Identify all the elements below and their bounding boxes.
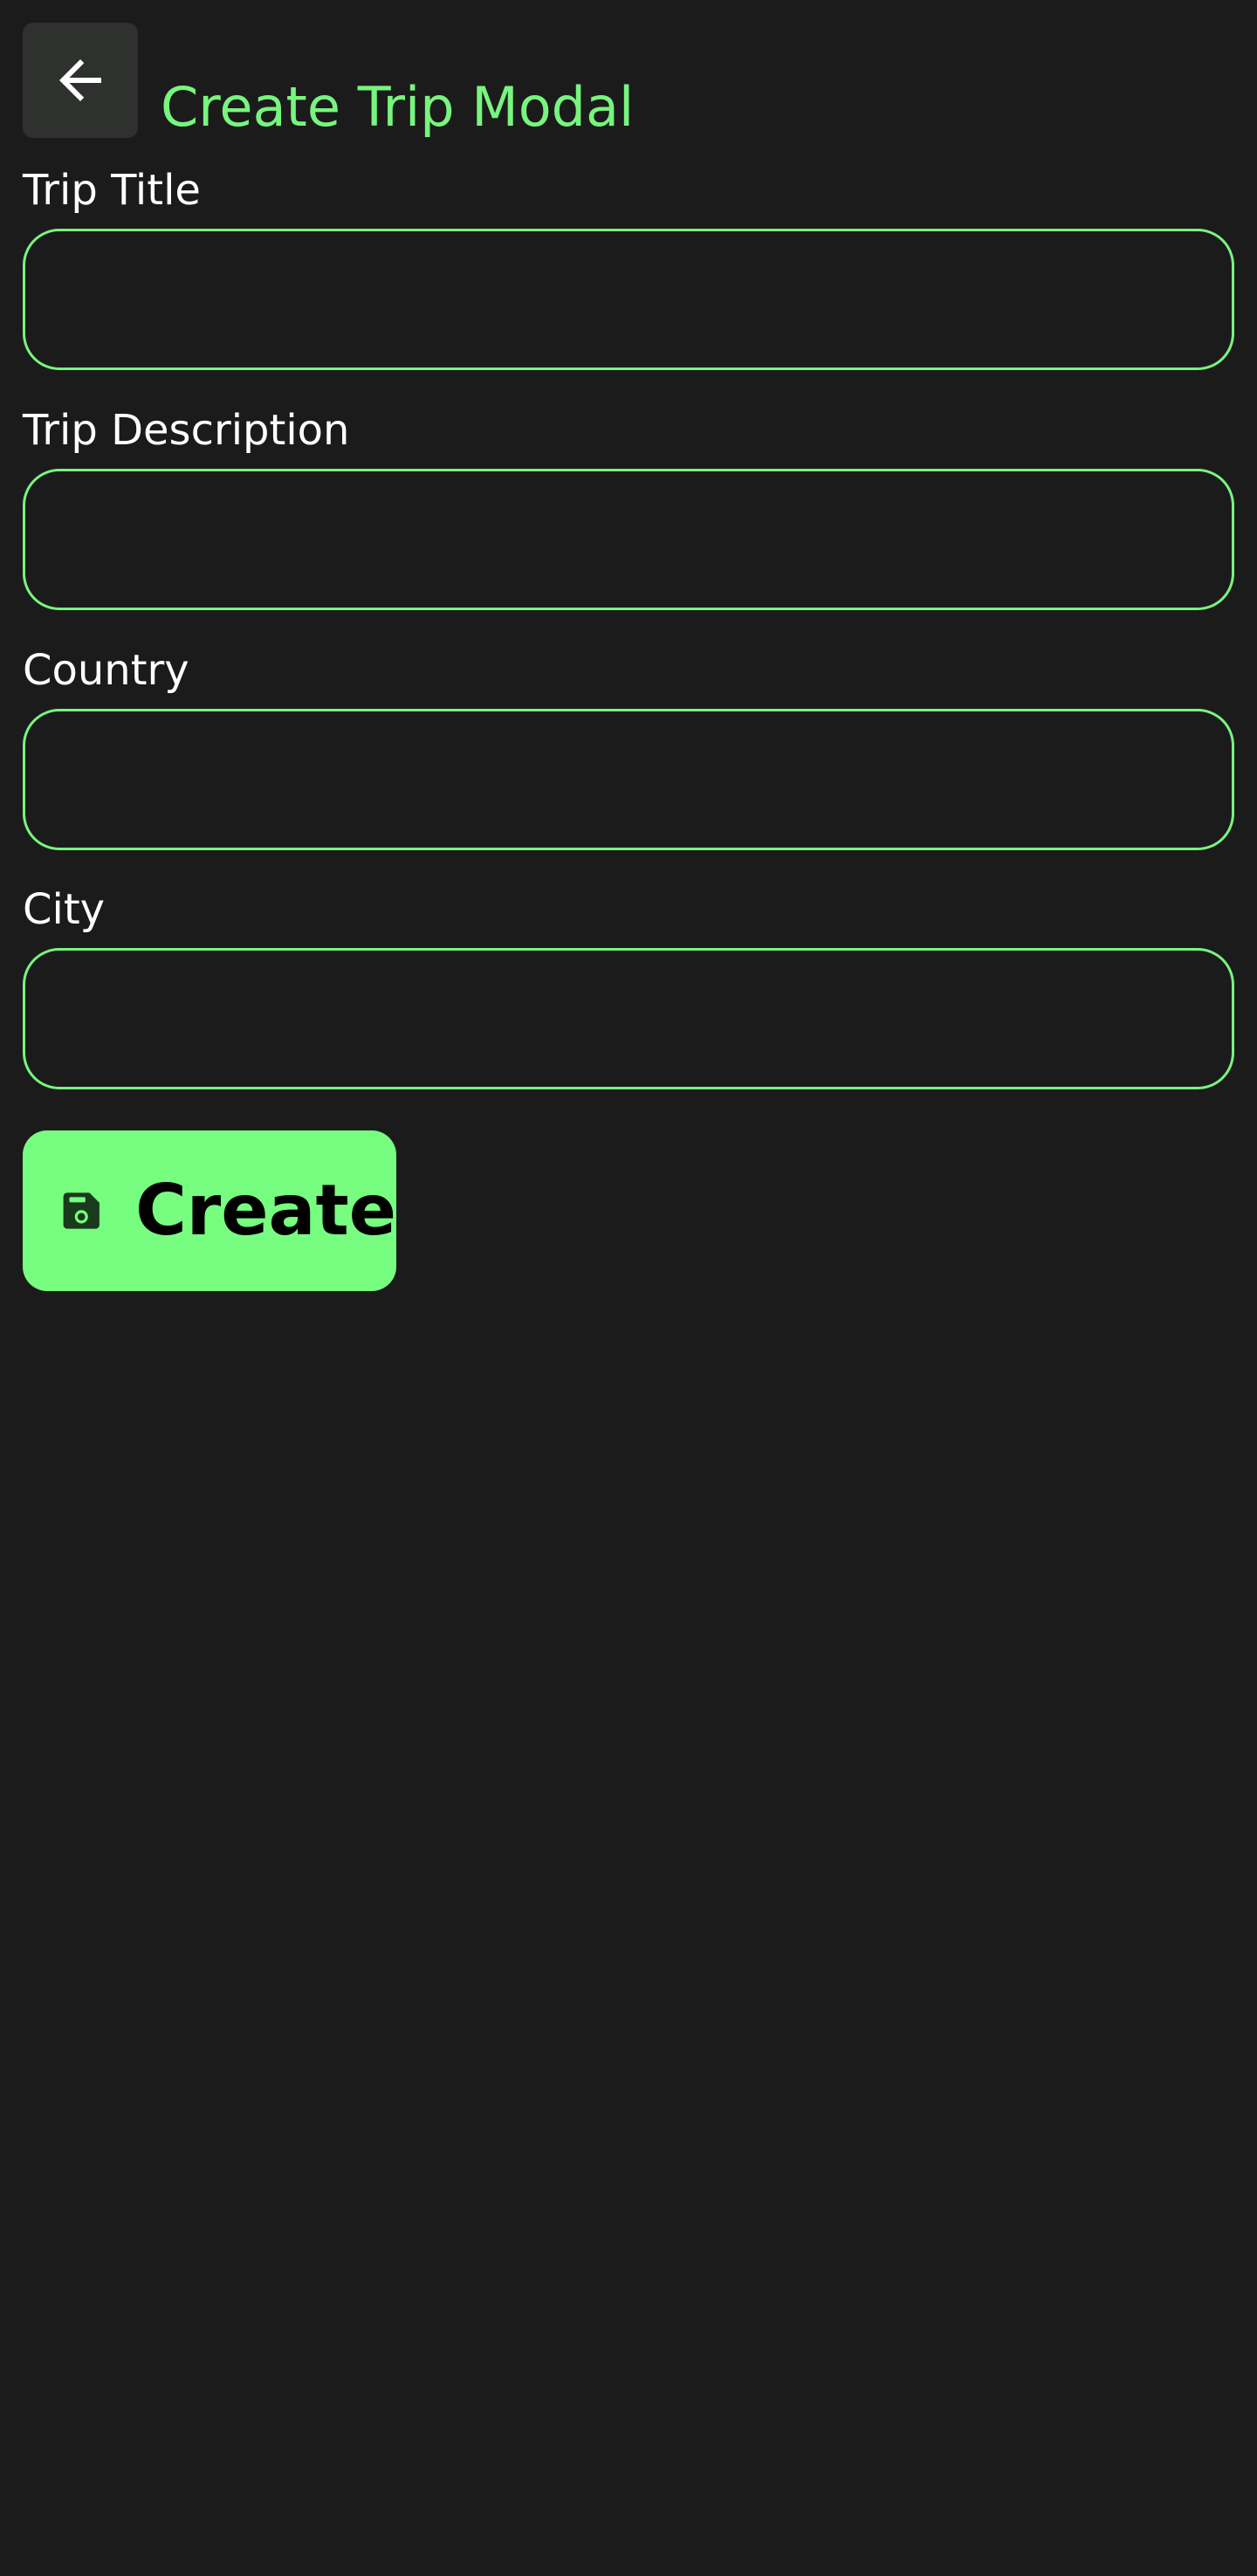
save-icon [63, 1192, 100, 1229]
page-title: Create Trip Modal [161, 75, 635, 139]
create-button[interactable]: Create [23, 1130, 396, 1291]
trip-description-field: Trip Description [23, 409, 1234, 610]
back-button[interactable] [23, 23, 138, 138]
city-label: City [23, 885, 106, 934]
country-input[interactable] [23, 709, 1234, 850]
trip-description-input[interactable] [23, 469, 1234, 610]
trip-title-input[interactable] [23, 229, 1234, 370]
city-input[interactable] [23, 948, 1234, 1089]
trip-description-label: Trip Description [23, 406, 350, 455]
header: Create Trip Modal [23, 23, 634, 138]
country-field: Country [23, 649, 1234, 850]
create-button-label: Create [135, 1170, 396, 1251]
city-field: City [23, 889, 1234, 1089]
create-trip-screen: Create Trip Modal Trip Title Trip Descri… [0, 0, 1257, 2576]
trip-title-label: Trip Title [23, 166, 201, 215]
arrow-left-icon [59, 59, 101, 101]
trip-title-field: Trip Title [23, 169, 1234, 370]
country-label: Country [23, 646, 189, 695]
